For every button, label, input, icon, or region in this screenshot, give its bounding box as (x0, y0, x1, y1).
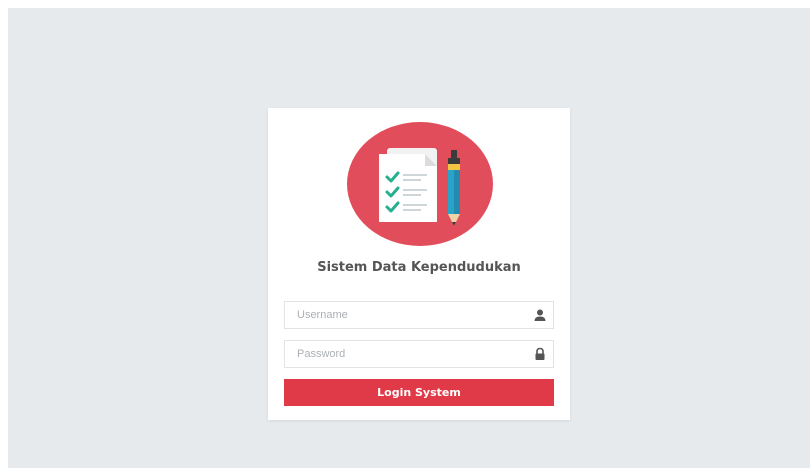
checklist-pencil-icon (379, 148, 460, 226)
login-card: Sistem Data Kependudukan Login System (268, 108, 570, 420)
password-field[interactable] (284, 340, 554, 368)
lock-icon (535, 347, 545, 360)
username-input[interactable] (285, 302, 525, 328)
app-logo (347, 122, 493, 246)
user-icon (534, 309, 546, 321)
username-field[interactable] (284, 301, 554, 329)
login-button[interactable]: Login System (284, 379, 554, 406)
app-title: Sistem Data Kependudukan (317, 260, 521, 275)
page-background: Sistem Data Kependudukan Login System (8, 8, 810, 468)
password-input[interactable] (285, 341, 525, 367)
